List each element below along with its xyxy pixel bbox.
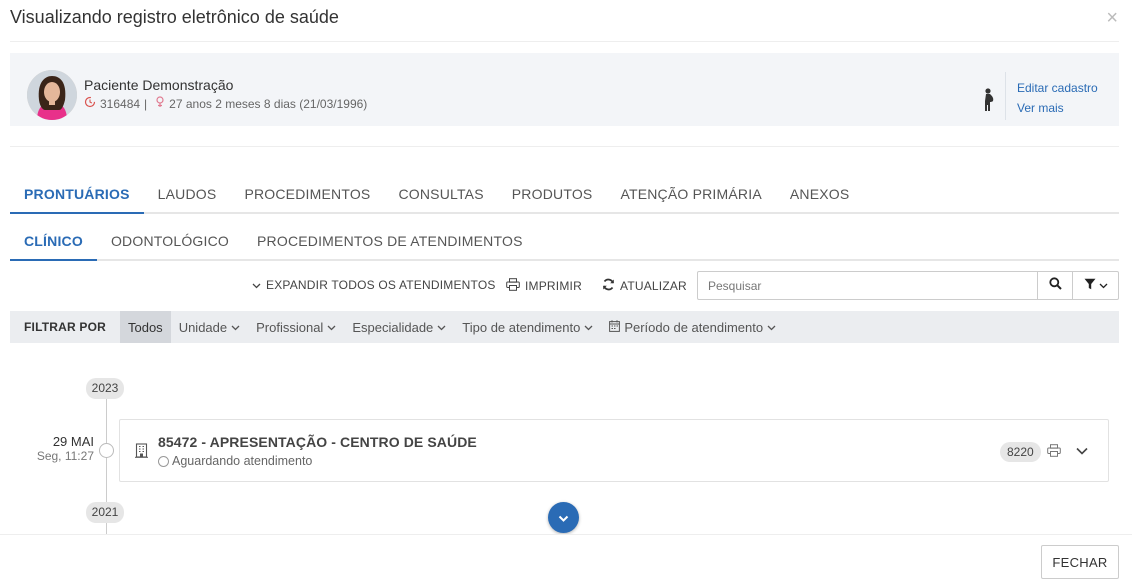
divider [10,41,1119,42]
filter-bar: FILTRAR POR Todos Unidade Profissional E… [10,311,1119,343]
entry-time: Seg, 11:27 [36,449,94,463]
funnel-icon [1084,278,1096,293]
tab-laudos[interactable]: LAUDOS [144,176,231,214]
advanced-filter-button[interactable] [1072,271,1119,300]
expand-all-button[interactable]: EXPANDIR TODOS OS ATENDIMENTOS [252,278,496,292]
modal-title: Visualizando registro eletrônico de saúd… [10,7,339,27]
patient-record-id: 316484 [100,96,141,111]
print-button[interactable]: IMPRIMIR [506,278,582,294]
tab-atencao-primaria[interactable]: ATENÇÃO PRIMÁRIA [606,176,775,214]
chevron-down-icon [437,323,446,333]
see-more-link[interactable]: Ver mais [1017,101,1064,115]
chevron-down-icon [558,509,569,527]
tab-prontuarios[interactable]: PRONTUÁRIOS [10,176,144,214]
chevron-down-icon [252,278,261,292]
divider [10,146,1119,147]
patient-age: 27 anos 2 meses 8 dias (21/03/1996) [169,96,368,111]
filter-period[interactable]: Período de atendimento [601,311,784,343]
edit-profile-link[interactable]: Editar cadastro [1017,81,1098,95]
search-input[interactable] [697,271,1038,300]
record-title: 85472 - APRESENTAÇÃO - CENTRO DE SAÚDE [158,434,477,450]
printer-icon [506,278,520,294]
refresh-button[interactable]: ATUALIZAR [602,278,687,294]
record-card[interactable]: 85472 - APRESENTAÇÃO - CENTRO DE SAÚDE A… [119,419,1109,482]
printer-icon[interactable] [1047,444,1061,458]
pregnant-icon [982,88,996,112]
patient-meta: 316484 | 27 anos 2 meses 8 dias (21/03/1… [84,96,367,111]
tab-odontologico[interactable]: ODONTOLÓGICO [97,223,243,261]
close-icon[interactable]: × [1106,8,1118,28]
print-label: IMPRIMIR [525,279,582,293]
expand-all-label: EXPANDIR TODOS OS ATENDIMENTOS [266,278,496,292]
main-tabs: PRONTUÁRIOS LAUDOS PROCEDIMENTOS CONSULT… [10,176,1119,214]
filter-label: FILTRAR POR [24,320,106,334]
history-icon [84,96,96,111]
sub-tabs: CLÍNICO ODONTOLÓGICO PROCEDIMENTOS DE AT… [10,223,1119,261]
close-button[interactable]: FECHAR [1041,545,1119,579]
chevron-down-icon [231,323,240,333]
status-circle-icon [158,455,169,467]
refresh-icon [602,278,615,294]
card-divider [1005,72,1006,120]
tab-consultas[interactable]: CONSULTAS [384,176,497,214]
filter-service-type[interactable]: Tipo de atendimento [454,311,601,343]
patient-card: Paciente Demonstração 316484 | 27 anos 2… [10,53,1119,126]
chevron-down-icon [1099,280,1108,292]
refresh-label: ATUALIZAR [620,279,687,293]
avatar [27,70,77,120]
chevron-down-icon [767,323,776,333]
filter-professional[interactable]: Profissional [248,311,344,343]
filter-all[interactable]: Todos [119,311,171,343]
record-status-text: Aguardando atendimento [172,454,313,468]
tab-procedimentos-atendimentos[interactable]: PROCEDIMENTOS DE ATENDIMENTOS [243,223,537,261]
chevron-down-icon [584,323,593,333]
search-icon [1048,276,1062,295]
footer [0,534,1132,584]
filter-unit[interactable]: Unidade [171,311,248,343]
tab-produtos[interactable]: PRODUTOS [498,176,607,214]
patient-name: Paciente Demonstração [84,77,234,93]
year-badge: 2023 [86,378,124,399]
building-icon [135,443,148,458]
record-status: Aguardando atendimento [158,454,312,468]
tab-procedimentos[interactable]: PROCEDIMENTOS [230,176,384,214]
chevron-down-icon[interactable] [1075,444,1089,458]
female-icon [155,96,165,111]
meta-separator: | [144,96,148,111]
scroll-down-button[interactable] [548,502,579,533]
chevron-down-icon [327,323,336,333]
tab-anexos[interactable]: ANEXOS [776,176,864,214]
entry-date: 29 MAI [52,434,94,449]
search-button[interactable] [1037,271,1073,300]
timeline-dot [99,443,114,458]
tab-clinico[interactable]: CLÍNICO [10,223,97,261]
filter-specialty[interactable]: Especialidade [344,311,454,343]
calendar-icon [609,319,621,335]
year-badge: 2021 [86,502,124,523]
record-badge: 8220 [1000,442,1041,462]
